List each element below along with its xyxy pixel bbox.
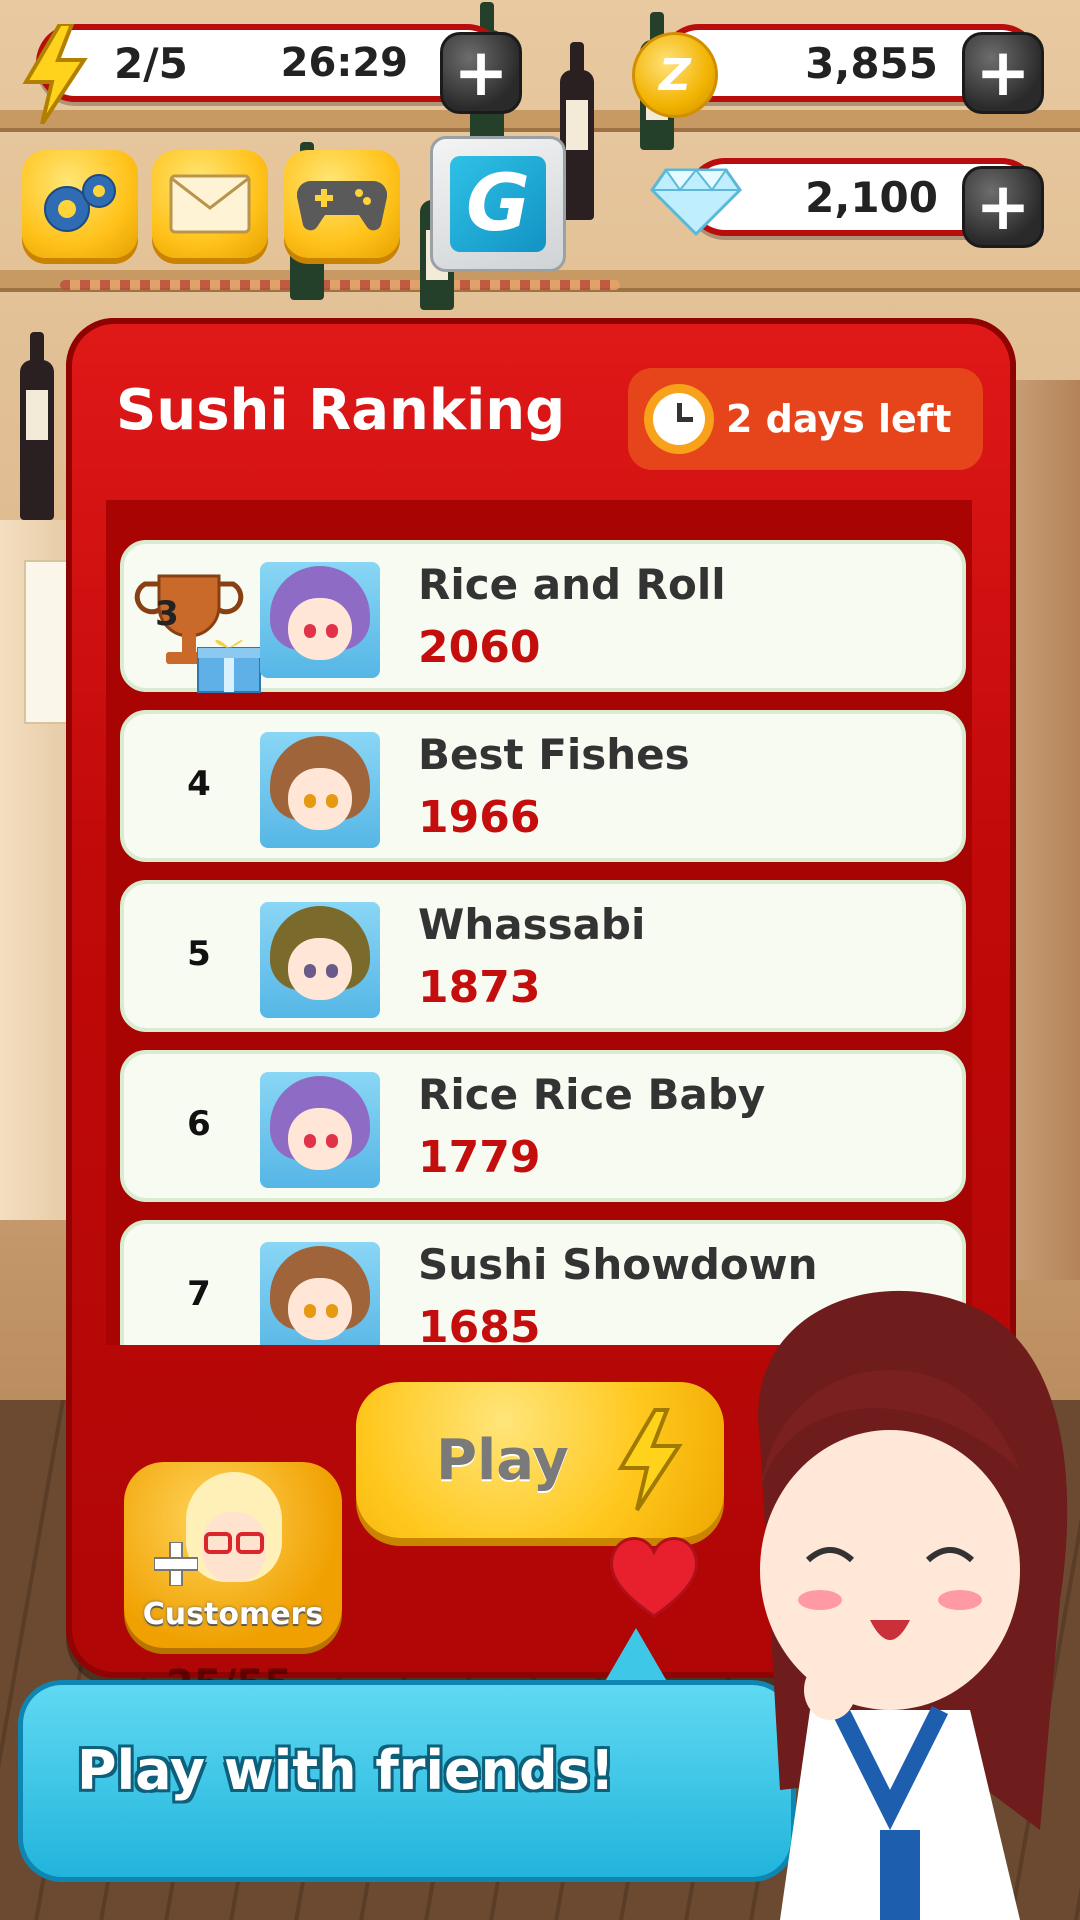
settings-button[interactable] (22, 150, 138, 258)
hostess-character (758, 1290, 1068, 1920)
speech-bubble-text: Play with friends! (77, 1739, 615, 1802)
player-name: Rice and Roll (418, 560, 726, 609)
speech-bubble: Play with friends! (18, 1680, 796, 1882)
add-gems-button[interactable]: + (962, 166, 1044, 248)
energy-count: 2/5 (114, 38, 188, 88)
player-score: 1873 (418, 962, 541, 1013)
player-avatar (260, 902, 380, 1018)
ranking-row[interactable]: 4 Best Fishes 1966 (120, 710, 966, 862)
kanji-sign (24, 560, 72, 724)
rank-number: 6 (187, 1104, 211, 1144)
gear-icon (44, 174, 116, 232)
player-score: 1685 (418, 1302, 541, 1345)
g-network-button[interactable]: G (430, 136, 566, 272)
player-avatar (260, 732, 380, 848)
lightning-icon (617, 1408, 683, 1512)
time-left-badge: 2 days left (628, 368, 983, 470)
player-avatar (260, 562, 380, 678)
player-name: Whassabi (418, 900, 646, 949)
lightning-icon (22, 24, 88, 124)
gift-icon (197, 639, 261, 693)
sake-bottle (20, 332, 54, 520)
rank-number: 3 (155, 594, 179, 634)
player-score: 2060 (418, 622, 541, 673)
mail-icon (169, 174, 251, 234)
player-score: 1966 (418, 792, 541, 843)
ranking-row[interactable]: 3 Rice and Roll 2060 (120, 540, 966, 693)
coin-count: 3,855 (805, 38, 938, 88)
play-label: Play (436, 1427, 569, 1493)
energy-bar: 2/5 26:29 (36, 24, 506, 102)
add-energy-button[interactable]: + (440, 32, 522, 114)
rope-decoration (60, 280, 620, 290)
time-left-text: 2 days left (726, 397, 952, 441)
ranking-row[interactable]: 6 Rice Rice Baby 1779 (120, 1050, 966, 1202)
player-score: 1779 (418, 1132, 541, 1183)
player-avatar (260, 1072, 380, 1188)
ranking-row[interactable]: 5 Whassabi 1873 (120, 880, 966, 1032)
clock-icon (644, 384, 714, 454)
g-logo-icon: G (450, 156, 546, 252)
mail-button[interactable] (152, 150, 268, 258)
ranking-list[interactable]: 3 Rice and Roll 2060 4 Best Fishes 1966 5 … (106, 500, 972, 1345)
shelf (0, 110, 1080, 128)
customers-label: Customers (142, 1597, 324, 1632)
energy-timer: 26:29 (280, 40, 408, 86)
gem-count: 2,100 (805, 172, 938, 222)
rank-number: 5 (187, 934, 211, 974)
diamond-icon (650, 168, 742, 236)
ranking-title: Sushi Ranking (116, 378, 566, 443)
customers-button[interactable]: Customers (124, 1462, 342, 1648)
player-avatar (260, 1242, 380, 1345)
gamepad-icon (297, 180, 387, 231)
rank-number: 7 (187, 1274, 211, 1314)
rank-number: 4 (187, 764, 211, 804)
add-coins-button[interactable]: + (962, 32, 1044, 114)
play-button[interactable]: Play (356, 1382, 724, 1538)
coin-icon: GZ (632, 32, 718, 118)
glasses-icon (204, 1532, 264, 1554)
player-name: Rice Rice Baby (418, 1070, 766, 1119)
player-name: Best Fishes (418, 730, 690, 779)
games-button[interactable] (284, 150, 400, 258)
heart-icon (609, 1537, 699, 1618)
plus-icon (154, 1542, 198, 1586)
